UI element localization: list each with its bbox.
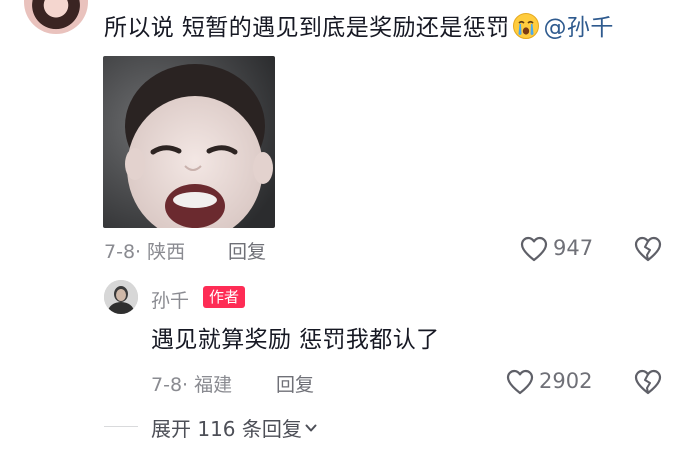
comment-text: 所以说 短暂的遇见到底是奖励还是惩罚 @孙千 <box>104 11 614 45</box>
author-badge: 作者 <box>203 286 246 308</box>
reply-author-avatar[interactable] <box>104 280 138 314</box>
reply-reply-button[interactable]: 回复 <box>276 370 314 397</box>
like-count: 947 <box>553 236 594 260</box>
crying-baby-sticker-image[interactable] <box>103 56 275 228</box>
commenter-avatar[interactable] <box>24 0 88 34</box>
crying-face-emoji-icon <box>512 13 539 39</box>
expand-replies-button[interactable]: 展开 116 条回复 <box>151 413 318 442</box>
broken-heart-icon[interactable] <box>634 236 662 262</box>
expand-replies-label: 展开 116 条回复 <box>151 417 302 441</box>
expand-divider <box>104 426 138 427</box>
heart-outline-icon[interactable] <box>506 369 534 395</box>
mention-link[interactable]: @孙千 <box>544 15 614 41</box>
reply-meta: 7-8· 福建 <box>151 374 233 396</box>
reply-button[interactable]: 回复 <box>228 237 266 264</box>
heart-outline-icon[interactable] <box>520 236 548 262</box>
reply-like-count: 2902 <box>539 369 593 393</box>
chevron-down-icon <box>305 424 317 432</box>
comment-meta: 7-8· 陕西 <box>104 241 186 263</box>
reply-text: 遇见就算奖励 惩罚我都认了 <box>151 327 440 353</box>
reply-username[interactable]: 孙千 <box>151 286 189 313</box>
broken-heart-icon[interactable] <box>634 369 662 395</box>
comment-body: 所以说 短暂的遇见到底是奖励还是惩罚 <box>104 15 510 41</box>
